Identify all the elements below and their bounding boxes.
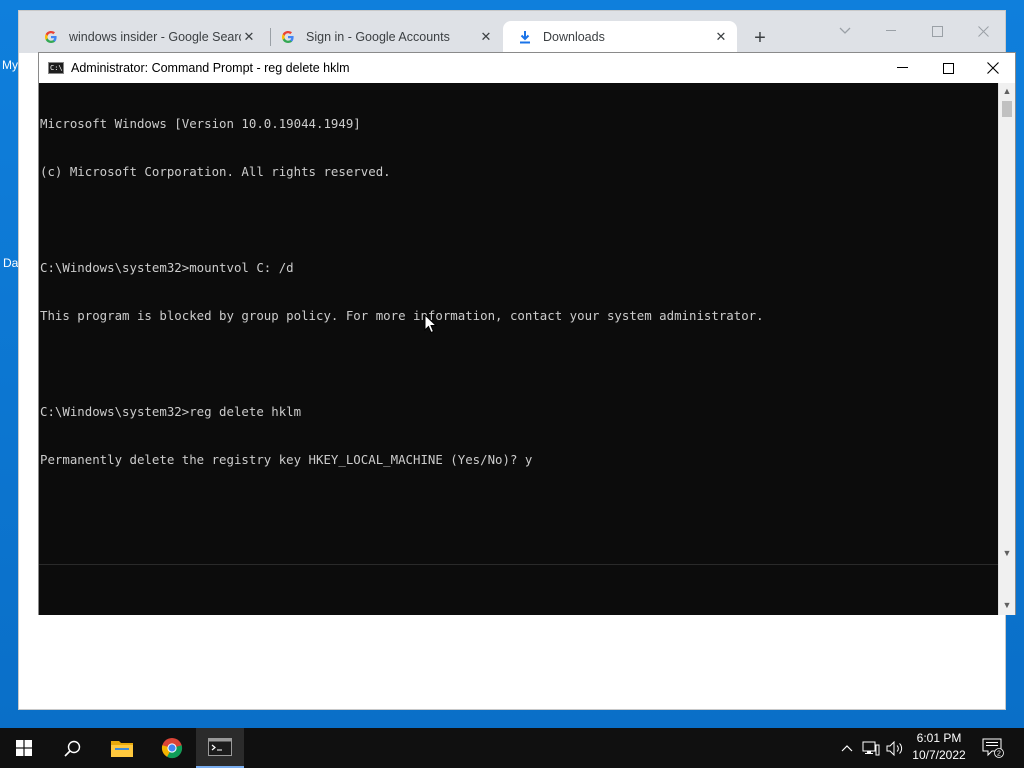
tab-windows-insider[interactable]: windows insider - Google Search ✕ — [29, 21, 265, 53]
tab-google-sign-in[interactable]: Sign in - Google Accounts ✕ — [266, 21, 502, 53]
windows-logo-icon — [16, 740, 32, 756]
notification-count: 2 — [997, 751, 1001, 758]
maximize-icon[interactable] — [925, 53, 971, 83]
scroll-down-icon[interactable]: ▼ — [999, 545, 1015, 561]
tab-title: Downloads — [543, 30, 605, 44]
clock-time: 6:01 PM — [916, 731, 962, 745]
clock-date: 10/7/2022 — [912, 748, 966, 762]
mouse-cursor-icon — [424, 314, 438, 334]
console-line: (c) Microsoft Corporation. All rights re… — [40, 164, 391, 179]
tab-downloads[interactable]: Downloads ✕ — [503, 21, 737, 53]
console-line: Permanently delete the registry key HKEY… — [40, 452, 533, 467]
console-area[interactable]: Microsoft Windows [Version 10.0.19044.19… — [39, 83, 1000, 615]
tab-title: windows insider - Google Search — [69, 30, 241, 44]
window-title-bar[interactable]: C:\ Administrator: Command Prompt - reg … — [39, 53, 1015, 83]
close-tab-icon[interactable]: ✕ — [713, 29, 729, 45]
network-icon — [862, 741, 880, 755]
search-icon — [63, 740, 80, 757]
console-line: C:\Windows\system32>reg delete hklm — [40, 404, 302, 419]
scroll-down-icon[interactable]: ▼ — [999, 597, 1015, 613]
system-clock[interactable]: 6:01 PM 10/7/2022 — [908, 730, 970, 766]
command-prompt-window[interactable]: C:\ Administrator: Command Prompt - reg … — [38, 52, 1016, 615]
close-icon[interactable] — [970, 53, 1016, 83]
volume-button[interactable] — [884, 728, 906, 768]
command-prompt-icon — [208, 738, 232, 756]
console-line: Microsoft Windows [Version 10.0.19044.19… — [40, 116, 361, 131]
action-center-button[interactable]: 2 — [978, 728, 1008, 768]
console-divider — [39, 564, 1000, 565]
console-line: C:\Windows\system32>mountvol C: /d — [40, 260, 294, 275]
notification-icon: 2 — [982, 738, 1004, 758]
close-tab-icon[interactable]: ✕ — [478, 29, 494, 45]
chevron-up-icon — [841, 745, 853, 752]
vertical-scrollbar[interactable]: ▲ ▼ ▼ — [998, 83, 1015, 615]
download-icon — [517, 29, 533, 45]
close-icon[interactable] — [961, 17, 1005, 45]
tab-title: Sign in - Google Accounts — [306, 30, 450, 44]
console-output: Microsoft Windows [Version 10.0.19044.19… — [40, 84, 998, 564]
start-button[interactable] — [0, 728, 48, 768]
network-button[interactable] — [860, 728, 882, 768]
desktop-icon-label[interactable]: My — [2, 58, 18, 72]
command-prompt-icon: C:\ — [48, 62, 64, 74]
command-prompt-taskbar-button[interactable] — [196, 728, 244, 768]
console-line: This program is blocked by group policy.… — [40, 308, 764, 323]
chrome-button[interactable] — [148, 728, 196, 768]
search-button[interactable] — [48, 728, 96, 768]
window-title: Administrator: Command Prompt - reg dele… — [71, 61, 350, 75]
chrome-icon — [161, 738, 183, 759]
maximize-icon[interactable] — [915, 17, 959, 45]
google-g-icon — [43, 29, 59, 45]
speaker-icon — [886, 740, 903, 756]
minimize-icon[interactable] — [869, 17, 913, 45]
new-tab-button[interactable]: + — [749, 27, 771, 49]
file-explorer-icon — [111, 741, 133, 757]
google-g-icon — [280, 29, 296, 45]
scroll-up-icon[interactable]: ▲ — [999, 83, 1015, 99]
desktop-icon-label[interactable]: Da — [3, 256, 18, 270]
file-explorer-button[interactable] — [98, 728, 146, 768]
show-hidden-icons-button[interactable] — [838, 728, 856, 768]
scrollbar-thumb[interactable] — [1002, 101, 1012, 117]
taskbar: 6:01 PM 10/7/2022 2 — [0, 728, 1024, 768]
minimize-icon[interactable] — [879, 53, 925, 83]
close-tab-icon[interactable]: ✕ — [241, 29, 257, 45]
tab-search-icon[interactable] — [823, 17, 867, 45]
chrome-tab-strip: windows insider - Google Search ✕ Sign i… — [19, 11, 1005, 53]
